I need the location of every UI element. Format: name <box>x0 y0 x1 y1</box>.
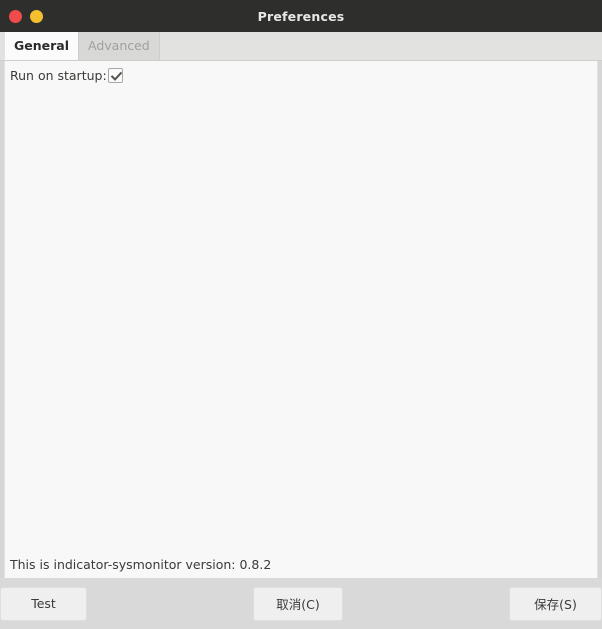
dialog-action-bar: Test 取消(C) 保存(S) <box>0 578 602 629</box>
tab-advanced[interactable]: Advanced <box>78 32 160 60</box>
tab-strip: General Advanced <box>0 32 602 61</box>
cancel-button[interactable]: 取消(C) <box>253 586 343 621</box>
window-body: General Advanced Run on startup: This is… <box>0 32 602 629</box>
run-on-startup-checkbox[interactable] <box>107 67 123 83</box>
cancel-button-label: 取消(C) <box>276 597 320 612</box>
run-on-startup-label: Run on startup: <box>10 67 107 83</box>
save-button[interactable]: 保存(S) <box>509 586 602 621</box>
checkmark-icon <box>110 71 122 81</box>
tab-page-general: Run on startup: This is indicator-sysmon… <box>4 61 598 578</box>
tab-advanced-label: Advanced <box>88 37 150 53</box>
version-status-text: This is indicator-sysmonitor version: 0.… <box>10 557 272 572</box>
minimize-circle-icon[interactable] <box>30 9 43 23</box>
title-bar: Preferences <box>0 0 602 32</box>
page-filler <box>5 83 597 557</box>
window-title: Preferences <box>257 8 345 24</box>
close-circle-icon[interactable] <box>9 9 22 23</box>
preferences-window: Preferences General Advanced Run on star… <box>0 0 602 629</box>
save-button-label: 保存(S) <box>534 597 577 612</box>
test-button[interactable]: Test <box>0 586 87 621</box>
tab-general-label: General <box>14 37 69 53</box>
preferences-notebook: General Advanced Run on startup: This is… <box>0 32 602 578</box>
run-on-startup-row: Run on startup: <box>5 61 597 83</box>
tab-general[interactable]: General <box>5 32 78 60</box>
window-controls <box>9 0 43 32</box>
test-button-label: Test <box>31 596 56 611</box>
